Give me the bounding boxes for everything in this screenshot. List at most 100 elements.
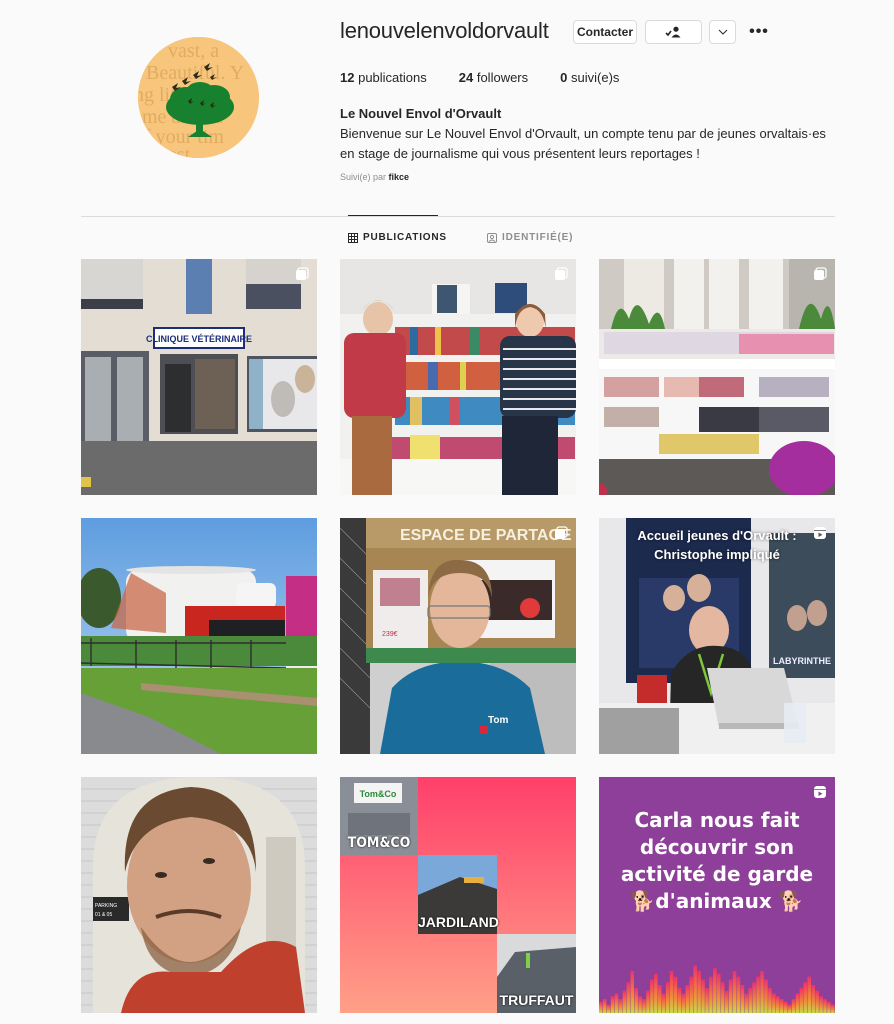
waveform-bar — [713, 968, 717, 1013]
svg-text:nest: nest — [158, 144, 191, 158]
waveform-bar — [728, 979, 733, 1013]
more-options-button[interactable]: ••• — [748, 22, 770, 42]
waveform-bar — [736, 976, 741, 1013]
waveform-bar — [599, 1001, 603, 1013]
svg-text:PARKING: PARKING — [95, 903, 117, 909]
waveform-bar — [831, 1004, 835, 1013]
waveform-bar — [681, 993, 686, 1013]
tree-with-birds-logo-icon: vast, a Beautiful. Y ng life tha ome ast… — [138, 37, 259, 158]
waveform-bar — [602, 999, 607, 1013]
followed-by-user[interactable]: fikce — [389, 172, 410, 182]
following-button[interactable] — [645, 20, 702, 44]
waveform-bar — [705, 987, 709, 1013]
clinic-sign-text: CLINIQUE VÉTÉRINAIRE — [146, 334, 252, 344]
waveform-bar — [626, 982, 631, 1013]
waveform-bar — [768, 987, 772, 1013]
waveform-bar — [803, 982, 808, 1013]
waveform-bar — [693, 965, 697, 1013]
reel-overlay-title: Carla nous fait découvrir son activité d… — [599, 807, 835, 915]
post-tile[interactable]: Carla nous fait découvrir son activité d… — [599, 777, 835, 1013]
waveform-bar — [646, 990, 650, 1013]
waveform-bar — [791, 999, 796, 1013]
person-check-icon — [664, 26, 680, 38]
stat-following[interactable]: 0 suivi(e)s — [560, 70, 619, 85]
post-tile[interactable]: PARKING 01 & 05 — [81, 777, 317, 1013]
contact-button[interactable]: Contacter — [573, 20, 637, 44]
profile-avatar[interactable]: vast, a Beautiful. Y ng life tha ome ast… — [138, 37, 259, 158]
post-tile[interactable]: LABYRINTHE Accueil jeunes d'Orvault : Ch… — [599, 518, 835, 754]
post-tile[interactable] — [599, 259, 835, 495]
waveform-bar — [689, 976, 693, 1013]
svg-text:vast, a: vast, a — [168, 40, 219, 62]
stat-followers[interactable]: 24 followers — [459, 70, 528, 85]
waveform-bar — [685, 985, 690, 1013]
followed-by-label: Suivi(e) par — [340, 172, 387, 182]
waveform-bar — [819, 996, 823, 1013]
post-tile[interactable]: ESPACE DE PARTAGE 239€ Tom — [340, 518, 576, 754]
waveform-bar — [661, 993, 666, 1013]
waveform-bar — [752, 982, 756, 1013]
post-image: ESPACE DE PARTAGE 239€ Tom — [340, 518, 576, 754]
waveform-bar — [787, 1004, 792, 1013]
svg-text:Tom&Co: Tom&Co — [360, 789, 397, 799]
stat-publications-count: 12 — [340, 70, 355, 85]
waveform-bar — [622, 990, 627, 1013]
reel-title-line: découvrir son — [639, 835, 795, 859]
waveform-bar — [779, 999, 784, 1013]
waveform-bar — [709, 976, 713, 1013]
waveform-bar — [665, 982, 670, 1013]
collage-label: TOM&CO — [347, 835, 411, 851]
waveform-bar — [606, 1004, 611, 1013]
tab-publications[interactable]: PUBLICATIONS — [348, 232, 447, 243]
svg-text:ESPACE DE PARTAGE: ESPACE DE PARTAGE — [400, 527, 572, 544]
post-image: CLINIQUE VÉTÉRINAIRE — [81, 259, 317, 495]
waveform-bar — [618, 999, 623, 1013]
active-tab-indicator — [348, 215, 438, 216]
waveform-bar — [783, 1001, 788, 1013]
suggestions-dropdown-button[interactable] — [709, 20, 736, 44]
waveform-bar — [811, 985, 815, 1013]
reel-overlay-title: Accueil jeunes d'Orvault : Christophe im… — [599, 526, 835, 564]
carousel-icon — [555, 526, 568, 539]
waveform-bar — [756, 976, 760, 1013]
waveform-bar — [717, 973, 721, 1013]
post-tile[interactable]: CLINIQUE VÉTÉRINAIRE — [81, 259, 317, 495]
waveform-bar — [799, 987, 804, 1013]
stat-following-label: suivi(e)s — [571, 70, 620, 85]
stat-publications-label: publications — [358, 70, 427, 85]
svg-text:Beautiful. Y: Beautiful. Y — [146, 62, 244, 84]
post-image — [81, 518, 317, 754]
carousel-icon — [296, 267, 309, 280]
waveform-bar — [807, 976, 811, 1013]
post-tile[interactable] — [340, 259, 576, 495]
waveform-bar — [634, 987, 638, 1013]
stat-following-count: 0 — [560, 70, 568, 85]
waveform-bar — [701, 979, 705, 1013]
svg-text:LABYRINTHE: LABYRINTHE — [773, 656, 831, 666]
post-tile[interactable]: Tom&Co TOM&CO JARDILAND TRUFFAUT — [340, 777, 576, 1013]
waveform-bar — [610, 996, 615, 1013]
collage-label: JARDILAND — [418, 914, 499, 930]
post-image: Tom&Co — [340, 777, 576, 1013]
reel-title-line: activité de garde — [620, 862, 814, 886]
waveform-bar — [638, 996, 642, 1013]
waveform-bar — [815, 990, 819, 1013]
post-image — [599, 259, 835, 495]
waveform-bar — [748, 987, 752, 1013]
svg-text:Tom: Tom — [488, 715, 508, 726]
waveform-bar — [795, 993, 800, 1013]
tab-tagged[interactable]: IDENTIFIÉ(E) — [487, 232, 573, 243]
post-image — [340, 259, 576, 495]
post-tile[interactable] — [81, 518, 317, 754]
waveform-bar — [776, 996, 780, 1013]
waveform-bar — [764, 979, 768, 1013]
followed-by[interactable]: Suivi(e) par fikce — [340, 172, 409, 182]
carousel-icon — [814, 267, 827, 280]
reel-title-line: Carla nous fait — [634, 808, 800, 832]
waveform-bar — [669, 971, 674, 1013]
waveform-bar — [732, 971, 737, 1013]
waveform-bar — [614, 993, 619, 1013]
waveform-bar — [642, 999, 646, 1013]
tab-tagged-label: IDENTIFIÉ(E) — [502, 232, 574, 243]
waveform-bar — [740, 985, 745, 1013]
